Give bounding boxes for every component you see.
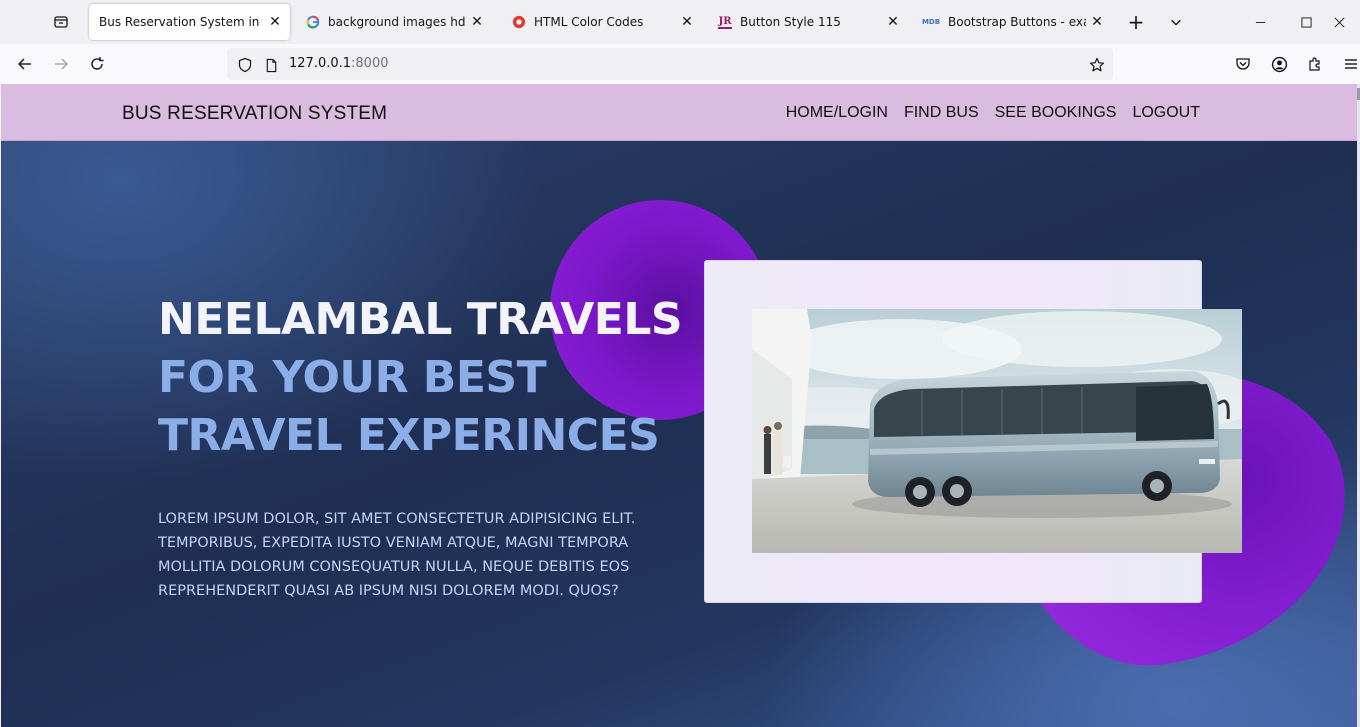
hero-description: LOREM IPSUM DOLOR, SIT AMET CONSECTETUR … xyxy=(158,511,636,599)
firefox-view-icon[interactable] xyxy=(49,10,73,34)
tab-title: background images hd - Google Search xyxy=(328,15,466,29)
close-tab-icon[interactable]: ✕ xyxy=(678,13,696,31)
list-all-tabs-icon[interactable] xyxy=(1164,10,1188,34)
browser-tab-strip: Bus Reservation System in Django ✕ backg… xyxy=(0,0,1360,44)
nav-logout[interactable]: LOGOUT xyxy=(1132,104,1200,122)
tab-title: Bus Reservation System in Django xyxy=(99,15,264,29)
tab-google-search[interactable]: background images hd - Google Search ✕ xyxy=(296,4,492,40)
shield-icon[interactable] xyxy=(233,53,257,77)
close-tab-icon[interactable]: ✕ xyxy=(266,13,284,31)
forward-arrow-icon[interactable] xyxy=(49,52,73,76)
reload-icon[interactable] xyxy=(85,52,109,76)
site-brand[interactable]: BUS RESERVATION SYSTEM xyxy=(122,103,387,125)
site-menu: HOME/LOGIN FIND BUS SEE BOOKINGS LOGOUT xyxy=(786,104,1200,122)
close-tab-icon[interactable]: ✕ xyxy=(884,13,902,31)
account-icon[interactable] xyxy=(1267,52,1291,76)
headline-line-1: NEELAMBAL TRAVELS xyxy=(158,294,683,345)
close-window-icon[interactable] xyxy=(1316,0,1360,44)
hero-headline: NEELAMBAL TRAVELS FOR YOUR BEST TRAVEL E… xyxy=(158,291,683,465)
tab-html-color-codes[interactable]: HTML Color Codes ✕ xyxy=(502,4,702,40)
headline-line-3: TRAVEL EXPERINCES xyxy=(158,410,660,461)
nav-home-login[interactable]: HOME/LOGIN xyxy=(786,104,888,122)
nav-find-bus[interactable]: FIND BUS xyxy=(904,104,979,122)
tab-title: HTML Color Codes xyxy=(534,15,644,29)
tab-button-style[interactable]: JR Button Style 115 ✕ xyxy=(708,4,908,40)
site-header: BUS RESERVATION SYSTEM HOME/LOGIN FIND B… xyxy=(1,84,1357,141)
url-port: :8000 xyxy=(351,56,389,71)
new-tab-icon[interactable]: + xyxy=(1124,10,1148,34)
bookmark-star-icon[interactable] xyxy=(1085,53,1109,77)
page-icon[interactable] xyxy=(259,53,283,77)
bus-photo xyxy=(752,309,1242,553)
close-tab-icon[interactable]: ✕ xyxy=(468,13,486,31)
tab-bootstrap-buttons[interactable]: MDB Bootstrap Buttons - examples ✕ xyxy=(912,4,1112,40)
minimize-icon[interactable] xyxy=(1237,0,1283,44)
back-arrow-icon[interactable] xyxy=(13,52,37,76)
google-icon xyxy=(306,15,320,29)
tab-bus-reservation[interactable]: Bus Reservation System in Django ✕ xyxy=(89,4,290,40)
url-bar[interactable]: 127.0.0.1:8000 xyxy=(227,48,1113,80)
extensions-icon[interactable] xyxy=(1303,52,1327,76)
tab-title: Bootstrap Buttons - examples xyxy=(948,15,1086,29)
nav-see-bookings[interactable]: SEE BOOKINGS xyxy=(995,104,1117,122)
htmlcolor-icon xyxy=(512,15,526,29)
close-tab-icon[interactable]: ✕ xyxy=(1088,13,1106,31)
jr-icon: JR xyxy=(718,15,732,29)
tab-title: Button Style 115 xyxy=(740,15,841,29)
pocket-icon[interactable] xyxy=(1231,52,1255,76)
menu-hamburger-icon[interactable] xyxy=(1339,52,1360,76)
headline-line-2: FOR YOUR BEST xyxy=(158,352,547,403)
url-text[interactable]: 127.0.0.1:8000 xyxy=(289,56,389,71)
mdb-icon: MDB xyxy=(921,18,941,26)
url-host: 127.0.0.1 xyxy=(289,56,352,71)
